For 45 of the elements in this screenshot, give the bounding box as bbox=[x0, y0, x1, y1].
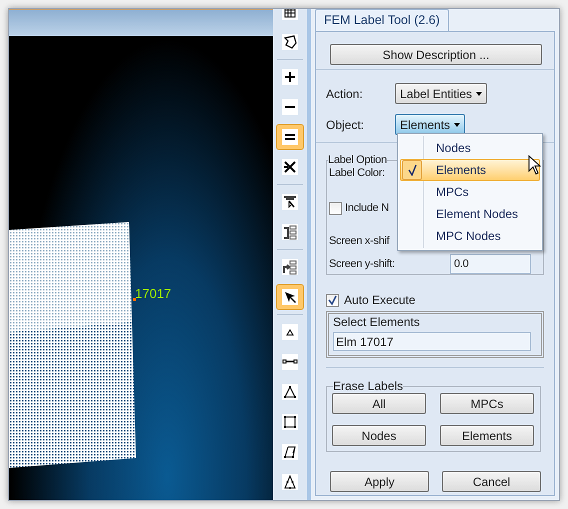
group-title: Label Option bbox=[328, 153, 387, 167]
dialog-button[interactable]: Apply bbox=[330, 471, 429, 492]
input-field[interactable]: 0.0 bbox=[450, 254, 531, 274]
caret-icon bbox=[454, 122, 460, 126]
checkbox[interactable] bbox=[329, 202, 342, 215]
quad-icon bbox=[282, 414, 298, 430]
check-icon bbox=[407, 164, 417, 176]
menu-item[interactable]: MPC Nodes bbox=[400, 225, 540, 247]
bar-icon bbox=[282, 354, 298, 370]
menu-item[interactable]: Nodes bbox=[400, 137, 540, 159]
group-title: Erase Labels bbox=[333, 379, 404, 393]
minus-icon bbox=[282, 99, 298, 115]
field-label: Object: bbox=[326, 116, 366, 134]
erase-button[interactable]: MPCs bbox=[440, 393, 534, 414]
group-title: Select Elements bbox=[333, 315, 421, 329]
field-label: Screen x-shif bbox=[329, 234, 390, 248]
checkbox-label: Include N bbox=[345, 201, 389, 216]
caret-icon bbox=[476, 92, 482, 96]
equals-icon bbox=[282, 129, 298, 145]
checkbox-label: Auto Execute bbox=[344, 292, 416, 309]
erase-button[interactable]: All bbox=[332, 393, 426, 414]
field-label: Screen y-shift: bbox=[329, 256, 396, 272]
field-label: Action: bbox=[326, 86, 364, 102]
show-description-button[interactable]: Show Description ... bbox=[330, 44, 542, 65]
input-field[interactable]: Elm 17017 bbox=[333, 332, 531, 351]
field-label: Label Color: bbox=[329, 166, 385, 180]
action-dropdown[interactable]: Label Entities bbox=[395, 83, 488, 104]
tab[interactable]: FEM Label Tool (2.6) bbox=[315, 9, 449, 31]
node-marker bbox=[133, 298, 136, 301]
plus-icon bbox=[282, 69, 298, 85]
menu-item[interactable]: MPCs bbox=[400, 181, 540, 203]
triangle-icon bbox=[282, 384, 298, 400]
checkbox[interactable] bbox=[326, 294, 339, 306]
element-label: 17017 bbox=[135, 287, 172, 300]
object-dropdown[interactable]: Elements bbox=[395, 114, 466, 135]
cross-icon bbox=[282, 159, 298, 175]
tool-button[interactable] bbox=[276, 284, 304, 310]
menu-item[interactable]: Element Nodes bbox=[400, 203, 540, 225]
erase-button[interactable]: Elements bbox=[440, 425, 534, 446]
dialog-button[interactable]: Cancel bbox=[442, 471, 541, 492]
menu-item[interactable]: Elements bbox=[400, 159, 540, 181]
check-icon bbox=[327, 294, 338, 306]
tool-button[interactable] bbox=[276, 124, 304, 150]
erase-button[interactable]: Nodes bbox=[332, 425, 426, 446]
pointer-icon bbox=[282, 289, 298, 305]
